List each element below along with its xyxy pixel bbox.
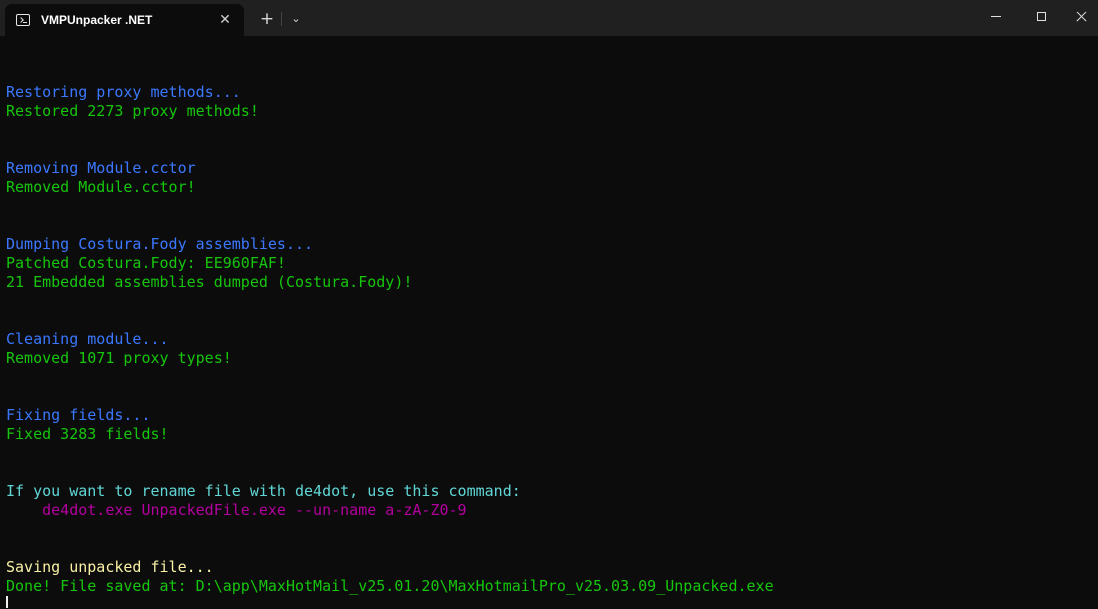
console-line: If you want to rename file with de4dot, … [6, 482, 521, 500]
console-line: Fixed 3283 fields! [6, 425, 169, 443]
console-line: Patched Costura.Fody: EE960FAF! [6, 254, 286, 272]
console-output[interactable]: Restoring proxy methods... Restored 2273… [6, 0, 1096, 609]
console-line: Saving unpacked file... [6, 558, 214, 576]
console-line: Removing Module.cctor [6, 159, 196, 177]
console-line: de4dot.exe UnpackedFile.exe --un-name a-… [6, 501, 467, 519]
console-line: Restoring proxy methods... [6, 83, 241, 101]
text-cursor [6, 596, 8, 608]
console-line: Removed Module.cctor! [6, 178, 196, 196]
console-line: Dumping Costura.Fody assemblies... [6, 235, 314, 253]
console-line: Done! File saved at: D:\app\MaxHotMail_v… [6, 577, 774, 595]
console-line: 21 Embedded assemblies dumped (Costura.F… [6, 273, 413, 291]
console-line: Restored 2273 proxy methods! [6, 102, 259, 120]
console-line: Cleaning module... [6, 330, 169, 348]
console-line: Fixing fields... [6, 406, 151, 424]
console-line: Removed 1071 proxy types! [6, 349, 232, 367]
